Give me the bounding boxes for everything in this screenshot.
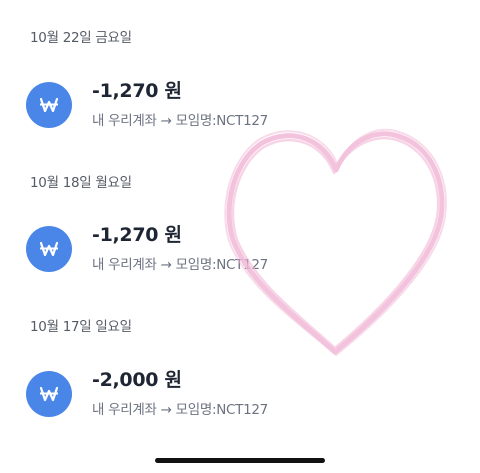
transaction-item[interactable]: -2,000 원 내 우리계좌 → 모임명:NCT127 — [26, 365, 446, 425]
transaction-amount: -2,000 원 — [92, 369, 182, 391]
transaction-item[interactable]: -1,270 원 내 우리계좌 → 모임명:NCT127 — [26, 220, 446, 280]
transaction-description: 내 우리계좌 → 모임명:NCT127 — [92, 402, 268, 418]
date-header: 10월 18일 월요일 — [30, 175, 132, 191]
transaction-description: 내 우리계좌 → 모임명:NCT127 — [92, 257, 268, 273]
won-icon — [26, 82, 72, 128]
transaction-item[interactable]: -1,270 원 내 우리계좌 → 모임명:NCT127 — [26, 76, 446, 136]
transaction-amount: -1,270 원 — [92, 224, 182, 246]
home-indicator[interactable] — [155, 458, 325, 463]
won-icon — [26, 371, 72, 417]
transaction-history-screen: 10월 22일 금요일 -1,270 원 내 우리계좌 → 모임명:NCT127… — [0, 0, 480, 473]
transaction-description: 내 우리계좌 → 모임명:NCT127 — [92, 113, 268, 129]
transaction-amount: -1,270 원 — [92, 80, 182, 102]
won-icon — [26, 226, 72, 272]
date-header: 10월 22일 금요일 — [30, 30, 132, 46]
date-header: 10월 17일 일요일 — [30, 319, 132, 335]
